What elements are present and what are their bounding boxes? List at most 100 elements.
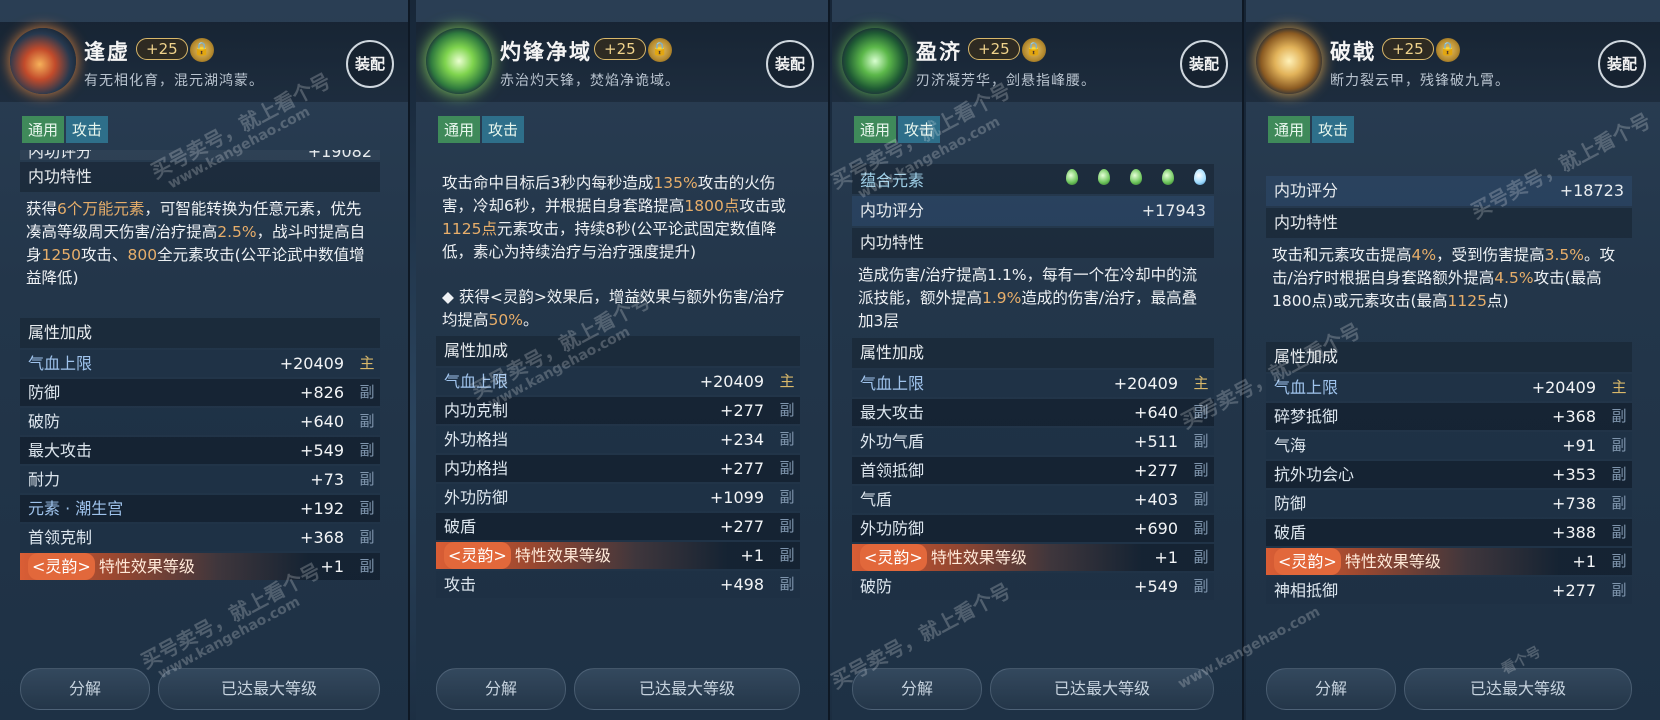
max-level-button[interactable]: 已达最大等级 <box>574 668 800 710</box>
main-mark-icon: 主 <box>1611 378 1627 396</box>
sub-mark-icon: 副 <box>359 470 375 488</box>
decompose-button[interactable]: 分解 <box>852 668 982 710</box>
tag-general: 通用 <box>22 116 65 143</box>
sub-mark-icon: 副 <box>1611 407 1627 425</box>
max-level-button[interactable]: 已达最大等级 <box>990 668 1214 710</box>
sub-mark-icon: 副 <box>359 528 375 546</box>
attr-row-lingyun: <灵韵> 特性效果等级 +1 副 <box>1266 548 1632 575</box>
lock-icon[interactable]: 🔒 <box>190 38 214 62</box>
trait-text: 攻击和元素攻击提高4%，受到伤害提高3.5%。攻击/治疗时根据自身套路额外提高4… <box>1272 246 1616 310</box>
water-element-icon <box>1194 169 1206 185</box>
tag-group: 通用 攻击 <box>1268 116 1356 143</box>
wood-element-icon <box>1098 169 1110 185</box>
trait-title: 内功特性 <box>1266 208 1632 238</box>
sub-mark-icon: 副 <box>359 412 375 430</box>
sub-mark-icon: 副 <box>1611 494 1627 512</box>
attr-row: 攻击 +498 副 <box>436 571 800 598</box>
main-mark-icon: 主 <box>779 372 795 390</box>
sub-mark-icon: 副 <box>1193 461 1209 479</box>
sub-mark-icon: 副 <box>779 575 795 593</box>
lock-icon[interactable]: 🔒 <box>1436 38 1460 62</box>
attr-row: 防御 +826 副 <box>20 379 380 406</box>
attr-row: 气血上限 +20409 主 <box>1266 374 1632 401</box>
max-level-button[interactable]: 已达最大等级 <box>158 668 380 710</box>
sub-mark-icon: 副 <box>1611 465 1627 483</box>
sub-mark-icon: 副 <box>1611 552 1627 570</box>
attr-row: 首领克制 +368 副 <box>20 524 380 551</box>
sub-mark-icon: 副 <box>779 459 795 477</box>
card-body[interactable]: 内功评分 +19082 内功特性 获得6个万能元素，可智能转换为任意元素，优先凑… <box>20 150 380 660</box>
equip-button[interactable]: 装配 <box>1180 40 1228 88</box>
tag-attack: 攻击 <box>482 116 525 143</box>
max-level-button[interactable]: 已达最大等级 <box>1404 668 1632 710</box>
sub-mark-icon: 副 <box>779 488 795 506</box>
sub-mark-icon: 副 <box>1611 436 1627 454</box>
card-footer: 分解 已达最大等级 <box>1266 668 1632 710</box>
decompose-button[interactable]: 分解 <box>20 668 150 710</box>
attr-row: 最大攻击 +549 副 <box>20 437 380 464</box>
card-body[interactable]: 内功评分 +18723 内功特性 攻击和元素攻击提高4%，受到伤害提高3.5%。… <box>1266 176 1632 660</box>
equip-button[interactable]: 装配 <box>766 40 814 88</box>
decompose-button[interactable]: 分解 <box>1266 668 1396 710</box>
attr-row: 耐力 +73 副 <box>20 466 380 493</box>
level-badge: +25 <box>1382 38 1434 60</box>
skill-emblem-icon <box>426 28 492 94</box>
tag-general: 通用 <box>1268 116 1311 143</box>
attr-row: 神相抵御 +277 副 <box>1266 577 1632 604</box>
trait-title: 内功特性 <box>852 228 1214 258</box>
sub-mark-icon: 副 <box>359 557 375 575</box>
sub-mark-icon: 副 <box>779 517 795 535</box>
card-footer: 分解 已达最大等级 <box>436 668 800 710</box>
tag-group: 通用 攻击 <box>22 116 110 143</box>
inner-skill-compare-board: 逢虚 +25 🔒 有无相化育，混元湖鸿蒙。 装配 通用 攻击 内功评分 +1908… <box>0 0 1660 720</box>
sub-mark-icon: 副 <box>1193 403 1209 421</box>
trait-extra-text: ◆ 获得<灵韵>效果后，增益效果与额外伤害/治疗均提高50%。 <box>442 288 785 329</box>
sub-mark-icon: 副 <box>1193 432 1209 450</box>
attr-row: 破盾 +277 副 <box>436 513 800 540</box>
skill-desc: 刃济凝芳华，剑悬指峰腰。 <box>916 73 1096 89</box>
card-footer: 分解 已达最大等级 <box>20 668 380 710</box>
skill-name: 逢虚 <box>84 40 130 64</box>
attr-row: 外功防御 +1099 副 <box>436 484 800 511</box>
attr-row: 内功格挡 +277 副 <box>436 455 800 482</box>
lingyun-pill: <灵韵> <box>444 542 511 569</box>
lingyun-pill: <灵韵> <box>1274 548 1341 575</box>
skill-desc: 有无相化育，混元湖鸿蒙。 <box>84 73 264 89</box>
card-body[interactable]: 蕴合元素 内功评分 +17943 内功特性 造成伤害/治疗提高1.1%，每有一个… <box>852 164 1214 660</box>
tag-group: 通用 攻击 <box>438 116 526 143</box>
sub-mark-icon: 副 <box>1193 548 1209 566</box>
card-header: 灼锋净域 +25 🔒 赤治灼天锋，焚焰净诡域。 装配 <box>416 22 828 102</box>
sub-mark-icon: 副 <box>779 430 795 448</box>
sub-mark-icon: 副 <box>359 441 375 459</box>
level-badge: +25 <box>968 38 1020 60</box>
decompose-button[interactable]: 分解 <box>436 668 566 710</box>
attr-row-lingyun: <灵韵> 特性效果等级 +1 副 <box>20 553 380 580</box>
equip-button[interactable]: 装配 <box>346 40 394 88</box>
attr-title: 属性加成 <box>436 336 800 366</box>
card-header: 盈济 +25 🔒 刃济凝芳华，剑悬指峰腰。 装配 <box>832 22 1242 102</box>
sub-mark-icon: 副 <box>1193 577 1209 595</box>
card-body[interactable]: 攻击命中目标后3秒内每秒造成135%攻击的火伤害，冷却6秒，并根据自身套路提高1… <box>436 170 800 660</box>
skill-name: 破戟 <box>1330 40 1376 64</box>
sub-mark-icon: 副 <box>779 401 795 419</box>
lock-icon[interactable]: 🔒 <box>648 38 672 62</box>
element-icons <box>1046 169 1206 189</box>
wood-element-icon <box>1066 169 1078 185</box>
equip-button[interactable]: 装配 <box>1598 40 1646 88</box>
level-badge: +25 <box>136 38 188 60</box>
attr-row: 防御 +738 副 <box>1266 490 1632 517</box>
attr-row: 内功克制 +277 副 <box>436 397 800 424</box>
attr-row: 元素 · 潮生宫 +192 副 <box>20 495 380 522</box>
tag-group: 通用 攻击 <box>854 116 942 143</box>
lock-icon[interactable]: 🔒 <box>1022 38 1046 62</box>
skill-name: 灼锋净域 <box>500 40 592 64</box>
score-row: 内功评分 +17943 <box>852 196 1214 226</box>
trait-title: 内功特性 <box>20 162 380 192</box>
card-header: 逢虚 +25 🔒 有无相化育，混元湖鸿蒙。 装配 <box>0 22 408 102</box>
attr-title: 属性加成 <box>20 318 380 348</box>
sub-mark-icon: 副 <box>1193 519 1209 537</box>
skill-desc: 赤治灼天锋，焚焰净诡域。 <box>500 73 680 89</box>
attr-row: 破防 +640 副 <box>20 408 380 435</box>
score-value: +17943 <box>1141 201 1206 220</box>
element-label: 蕴合元素 <box>860 171 925 190</box>
